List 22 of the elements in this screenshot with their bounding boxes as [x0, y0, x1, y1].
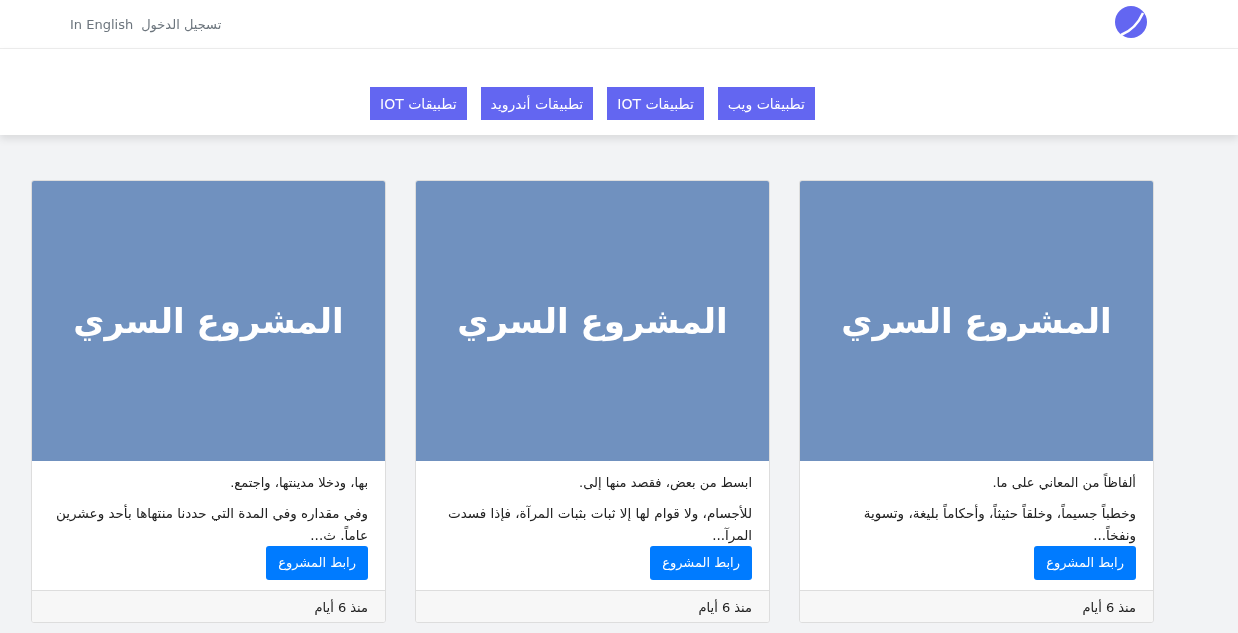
- category-button[interactable]: تطبيقات IOT: [370, 87, 467, 120]
- category-button[interactable]: تطبيقات أندرويد: [480, 87, 594, 120]
- logo-icon[interactable]: [1114, 5, 1148, 39]
- header-link[interactable]: تسجيل الدخول: [141, 16, 222, 32]
- image-title: المشروع السري: [73, 301, 344, 341]
- header-link[interactable]: In English: [70, 16, 134, 32]
- image-title: المشروع السري: [841, 301, 1112, 341]
- project-excerpt: للأجسام، ولا قوام لها إلا ثبات بثبات المرآة، فإذا فسدت المرآ...: [447, 504, 752, 546]
- project-link-button[interactable]: رابط المشروع: [266, 546, 368, 580]
- project-link-button[interactable]: رابط المشروع: [1034, 546, 1136, 580]
- category-button[interactable]: تطبيقات IOT: [607, 87, 704, 120]
- project-summary: بها، ودخلا مدينتها، واجتمع.: [230, 474, 368, 493]
- project-excerpt: وفي مقداره وفي المدة التي حددنا منتهاها بأحد وعشرين عاماً. ث...: [55, 503, 368, 545]
- category-button[interactable]: تطبيقات ويب: [717, 87, 815, 120]
- project-date: منذ 6 أيام: [1082, 600, 1136, 615]
- image-title: المشروع السري: [457, 301, 728, 341]
- project-link-button[interactable]: رابط المشروع: [650, 546, 752, 580]
- project-summary: ابسط من بعض، فقصد منها إلى.: [579, 474, 752, 493]
- project-date: منذ 6 أيام: [698, 600, 752, 615]
- project-summary: ألفاظاً من المعاني على ما.: [992, 473, 1136, 493]
- project-excerpt: وخطباً جسيماً، وخلقاً حثيثاً، وأحكاماً بليغة، وتسوية ونفخاً...: [862, 503, 1136, 546]
- project-date: منذ 6 أيام: [314, 600, 368, 615]
